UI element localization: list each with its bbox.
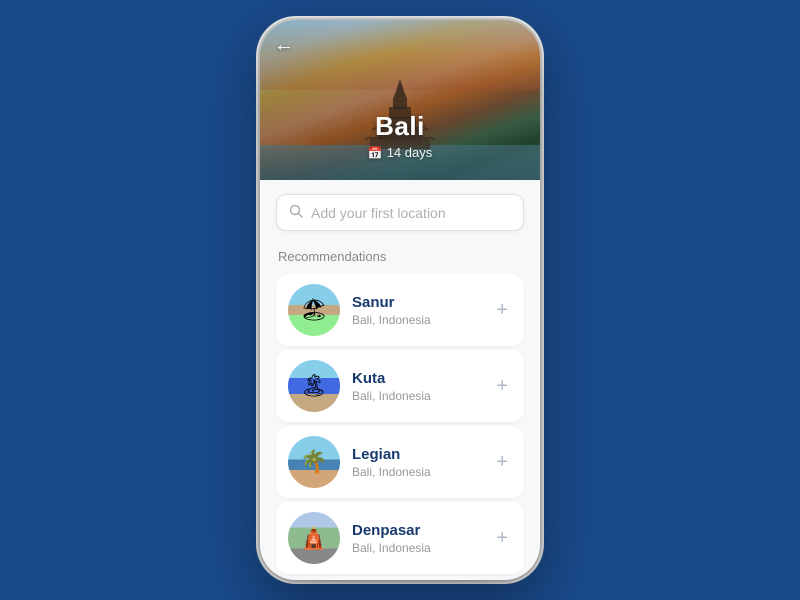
- sanur-info: Sanur Bali, Indonesia: [352, 294, 480, 327]
- hero-text: Bali 📅 14 days: [260, 111, 540, 160]
- phone-frame: ← Bali 📅 14 days Add your first location…: [260, 20, 540, 580]
- calendar-icon: 📅: [368, 146, 383, 160]
- denpasar-location: Bali, Indonesia: [352, 541, 480, 555]
- denpasar-add-button[interactable]: +: [492, 524, 512, 552]
- legian-avatar: [288, 436, 340, 488]
- denpasar-info: Denpasar Bali, Indonesia: [352, 522, 480, 555]
- search-placeholder-text: Add your first location: [311, 205, 446, 221]
- recommendations-title: Recommendations: [276, 249, 524, 264]
- destination-title: Bali: [260, 111, 540, 142]
- search-icon: [289, 204, 303, 221]
- trip-duration: 📅 14 days: [260, 145, 540, 160]
- content-area: Add your first location Recommendations …: [260, 180, 540, 580]
- denpasar-name: Denpasar: [352, 522, 480, 539]
- list-item: Sanur Bali, Indonesia +: [276, 274, 524, 346]
- sanur-name: Sanur: [352, 294, 480, 311]
- hero-section: ← Bali 📅 14 days: [260, 20, 540, 180]
- kuta-add-button[interactable]: +: [492, 372, 512, 400]
- legian-name: Legian: [352, 446, 480, 463]
- sanur-avatar: [288, 284, 340, 336]
- kuta-name: Kuta: [352, 370, 480, 387]
- sanur-add-button[interactable]: +: [492, 296, 512, 324]
- recommendations-list: Sanur Bali, Indonesia + Kuta Bali, Indon…: [276, 274, 524, 574]
- back-button[interactable]: ←: [274, 34, 294, 57]
- legian-add-button[interactable]: +: [492, 448, 512, 476]
- list-item: Legian Bali, Indonesia +: [276, 426, 524, 498]
- legian-location: Bali, Indonesia: [352, 465, 480, 479]
- kuta-location: Bali, Indonesia: [352, 389, 480, 403]
- recommendations-section: Recommendations Sanur Bali, Indonesia + …: [276, 249, 524, 574]
- kuta-info: Kuta Bali, Indonesia: [352, 370, 480, 403]
- denpasar-avatar: [288, 512, 340, 564]
- kuta-avatar: [288, 360, 340, 412]
- search-bar[interactable]: Add your first location: [276, 194, 524, 231]
- list-item: Kuta Bali, Indonesia +: [276, 350, 524, 422]
- sanur-location: Bali, Indonesia: [352, 313, 480, 327]
- legian-info: Legian Bali, Indonesia: [352, 446, 480, 479]
- list-item: Denpasar Bali, Indonesia +: [276, 502, 524, 574]
